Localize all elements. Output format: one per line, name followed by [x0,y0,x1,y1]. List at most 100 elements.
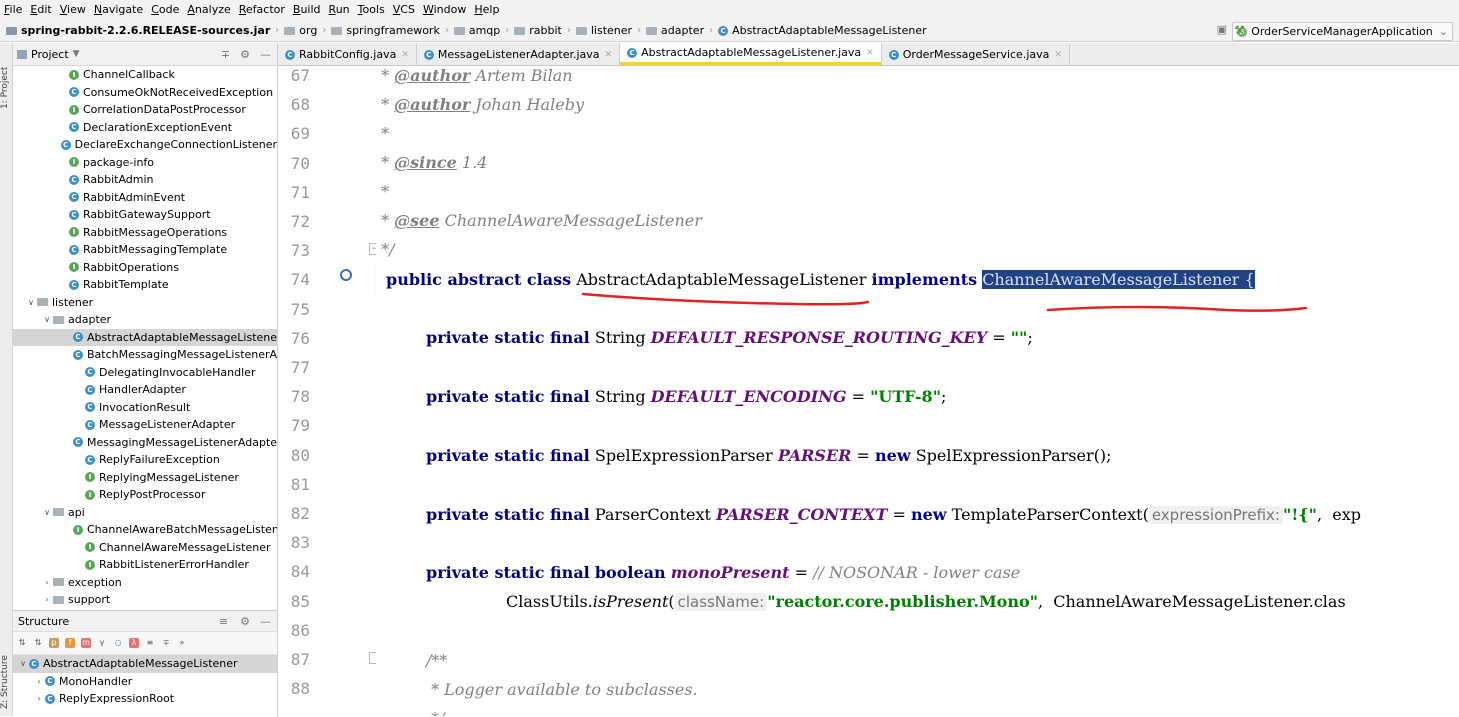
menu-run[interactable]: Run [325,0,354,20]
project-tree-item[interactable]: C ConsumeOkNotReceivedException [13,84,277,102]
layout-icon[interactable]: ▣ [1217,23,1227,36]
breadcrumb-item[interactable]: amqp [452,24,502,37]
code-editor[interactable]: * @author Artem Bilan * @author Johan Ha… [376,66,1459,716]
close-icon[interactable]: ✕ [866,48,874,58]
project-tree-item[interactable]: C AbstractAdaptableMessageListener [13,328,277,346]
project-tree-item[interactable]: I ChannelAwareMessageListener [13,539,277,557]
chevron-down-icon[interactable]: ∨ [41,508,53,517]
chevron-down-icon[interactable]: ∨ [17,659,29,668]
project-tree-item[interactable]: C RabbitGatewaySupport [13,206,277,224]
editor-tab[interactable]: C RabbitConfig.java ✕ [278,44,417,65]
gear-icon[interactable]: ⚙ [240,615,250,628]
menu-vcs[interactable]: VCS [389,0,419,20]
collapse-all-icon[interactable]: ∓ [221,48,230,61]
editor-tab[interactable]: C OrderMessageService.java ✕ [882,44,1070,65]
project-tree-item[interactable]: I RabbitMessageOperations [13,224,277,242]
project-tree-item[interactable]: Ipackage-info [13,154,277,172]
menu-file[interactable]: File [0,0,26,20]
project-tree-item[interactable]: I ReplyingMessageListener [13,469,277,487]
menu-analyze[interactable]: Analyze [183,0,234,20]
show-fields-icon[interactable]: f [65,638,75,648]
menu-window[interactable]: Window [419,0,470,20]
lambdas-icon[interactable]: λ [129,638,139,648]
breadcrumb-item[interactable]: springframework [329,24,441,37]
close-icon[interactable]: ✕ [401,50,409,60]
chevron-right-icon[interactable]: › [41,595,53,604]
interface-icon: I [85,489,95,500]
structure-tree-item[interactable]: › C ReplyExpressionRoot [13,690,277,708]
project-tree-item[interactable]: I ReplyPostProcessor [13,486,277,504]
structure-tool-tab[interactable]: Z: Structure [0,643,12,709]
close-icon[interactable]: ✕ [605,50,613,60]
project-tree-item[interactable]: ∨ listener [13,294,277,312]
sort-visibility-icon[interactable]: ⇅ [33,638,43,648]
project-tree-item[interactable]: C ReplyFailureException [13,451,277,469]
collapse-all-icon[interactable]: ∓ [161,638,171,648]
breadcrumb-item[interactable]: C AbstractAdaptableMessageListener [716,24,929,37]
project-tree-item[interactable]: C HandlerAdapter [13,381,277,399]
project-tree-item[interactable]: C DeclarationExceptionEvent [13,119,277,137]
menu-help[interactable]: Help [470,0,503,20]
menu-edit[interactable]: Edit [26,0,55,20]
breadcrumb-item[interactable]: rabbit [512,24,564,37]
project-tree-item[interactable]: C InvocationResult [13,399,277,417]
structure-tree-item[interactable]: ∨ C AbstractAdaptableMessageListener [13,655,277,673]
show-properties-icon[interactable]: p [49,638,59,648]
project-tree-item[interactable]: I RabbitListenerErrorHandler [13,556,277,574]
menu-view[interactable]: View [56,0,90,20]
chevron-right-icon[interactable]: › [33,694,45,703]
project-tree-item[interactable]: ∨ api [13,504,277,522]
chevron-down-icon[interactable]: ∨ [41,315,53,324]
more-icon[interactable]: » [177,638,187,648]
project-tree-item[interactable]: › exception [13,574,277,592]
editor-tab[interactable]: C AbstractAdaptableMessageListener.java ✕ [620,43,882,65]
hide-panel-icon[interactable]: — [260,48,271,61]
project-tree-item[interactable]: I RabbitOperations [13,259,277,277]
project-tree-item[interactable]: › support [13,591,277,609]
project-tree-item[interactable]: C BatchMessagingMessageListenerAdap [13,346,277,364]
breadcrumb-item[interactable]: spring-rabbit-2.2.6.RELEASE-sources.jar [4,24,272,37]
project-tool-tab[interactable]: 1: Project [0,49,12,109]
gear-icon[interactable]: ⚙ [240,48,250,61]
menu-build[interactable]: Build [289,0,325,20]
project-tree-item[interactable]: C MessagingMessageListenerAdapter [13,434,277,452]
chevron-down-icon[interactable]: ∨ [25,298,37,307]
filter-icon[interactable]: γ [97,638,107,648]
editor-tab[interactable]: C MessageListenerAdapter.java ✕ [417,44,621,65]
implements-marker-icon[interactable] [340,269,352,281]
project-tree-item[interactable]: I ChannelCallback [13,66,277,84]
menu-code[interactable]: Code [147,0,183,20]
chevron-right-icon[interactable]: › [41,578,53,587]
project-tree-item[interactable]: C MessageListenerAdapter [13,416,277,434]
expand-all-icon[interactable]: ≡ [145,638,155,648]
project-tree-item[interactable]: I CorrelationDataPostProcessor [13,101,277,119]
hide-panel-icon[interactable]: — [260,615,271,628]
project-tree-item[interactable]: C RabbitMessagingTemplate [13,241,277,259]
chevron-right-icon[interactable]: › [33,677,45,686]
menu-refactor[interactable]: Refactor [235,0,289,20]
project-panel-title[interactable]: Project [31,48,69,61]
project-tree-item[interactable]: I ChannelAwareBatchMessageListener [13,521,277,539]
breadcrumb-item[interactable]: org [282,24,319,37]
menu-navigate[interactable]: Navigate [90,0,147,20]
menu-tools[interactable]: Tools [354,0,389,20]
class-name[interactable]: AbstractAdaptableMessageListener [571,270,871,289]
project-tree-item[interactable]: C DeclareExchangeConnectionListener [13,136,277,154]
project-tree-item[interactable]: C RabbitAdmin [13,171,277,189]
breadcrumb-item[interactable]: listener [574,24,634,37]
project-tree-item[interactable]: C DelegatingInvocableHandler [13,364,277,382]
build-hammer-icon[interactable]: ⚒ [1234,23,1245,37]
chevron-down-icon[interactable]: ▼ [73,49,80,59]
run-configuration-selector[interactable]: S OrderServiceManagerApplication ⌄ [1232,22,1453,41]
project-tree-item[interactable]: C RabbitAdminEvent [13,189,277,207]
project-tree-item[interactable]: ∨ adapter [13,311,277,329]
sort-alpha-icon[interactable]: ⇅ [17,638,27,648]
structure-tree-item[interactable]: › C MonoHandler [13,673,277,691]
sort-icon[interactable]: ≡ [219,615,228,628]
project-tree-item[interactable]: C RabbitTemplate [13,276,277,294]
breadcrumb-item[interactable]: adapter [644,24,706,37]
anonymous-classes-icon[interactable]: ○ [113,638,123,648]
close-icon[interactable]: ✕ [1054,50,1062,60]
selected-interface-name[interactable]: ChannelAwareMessageListener [982,270,1240,289]
show-inherited-icon[interactable]: m [81,638,91,648]
